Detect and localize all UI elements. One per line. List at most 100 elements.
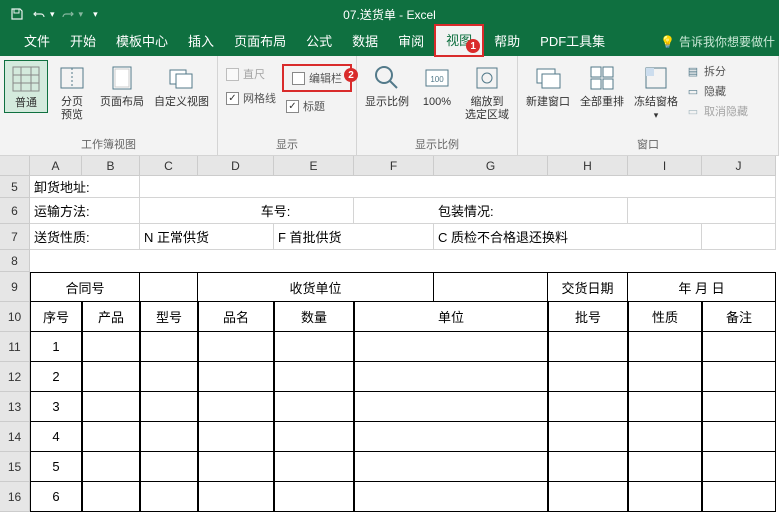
cell[interactable] xyxy=(198,482,274,512)
cell[interactable] xyxy=(82,392,140,422)
cell[interactable] xyxy=(140,392,198,422)
tab-file[interactable]: 文件 xyxy=(14,27,60,56)
column-header[interactable]: F xyxy=(354,156,434,176)
cell[interactable] xyxy=(628,452,702,482)
zoom-button[interactable]: 显示比例 xyxy=(361,60,413,111)
cell[interactable] xyxy=(628,362,702,392)
undo-icon[interactable] xyxy=(30,5,48,23)
cell[interactable] xyxy=(434,272,548,302)
column-header[interactable]: G xyxy=(434,156,548,176)
zoom-selection-button[interactable]: 缩放到 选定区域 xyxy=(461,60,513,124)
undo-dropdown[interactable]: ▾ xyxy=(50,9,55,20)
cell[interactable]: 5 xyxy=(30,452,82,482)
cell[interactable] xyxy=(702,332,776,362)
redo-dropdown[interactable]: ▾ xyxy=(79,9,84,20)
cell[interactable]: 品名 xyxy=(198,302,274,332)
cell[interactable] xyxy=(702,362,776,392)
cell[interactable]: 性质 xyxy=(628,302,702,332)
cell[interactable]: F 首批供货 xyxy=(274,224,434,250)
zoom-100-button[interactable]: 100 100% xyxy=(415,60,459,111)
tab-pdf[interactable]: PDF工具集 xyxy=(530,27,615,56)
cell[interactable] xyxy=(354,482,548,512)
select-all-corner[interactable] xyxy=(0,156,30,176)
tab-help[interactable]: 帮助 xyxy=(484,27,530,56)
arrange-all-button[interactable]: 全部重排 xyxy=(576,60,628,111)
cell[interactable] xyxy=(198,422,274,452)
column-header[interactable]: A xyxy=(30,156,82,176)
column-header[interactable]: C xyxy=(140,156,198,176)
cell[interactable] xyxy=(548,422,628,452)
cell[interactable] xyxy=(354,362,548,392)
cell[interactable] xyxy=(140,452,198,482)
freeze-panes-button[interactable]: 冻结窗格▾ xyxy=(630,60,682,124)
tab-layout[interactable]: 页面布局 xyxy=(224,27,296,56)
cell[interactable] xyxy=(628,422,702,452)
row-header[interactable]: 14 xyxy=(0,422,30,452)
save-icon[interactable] xyxy=(8,5,26,23)
new-window-button[interactable]: 新建窗口 xyxy=(522,60,574,111)
cell[interactable] xyxy=(548,362,628,392)
cell[interactable]: 型号 xyxy=(140,302,198,332)
cell[interactable]: 产品 xyxy=(82,302,140,332)
cell[interactable]: 数量 xyxy=(274,302,354,332)
cell[interactable] xyxy=(702,482,776,512)
cell[interactable] xyxy=(548,482,628,512)
cell[interactable]: 送货性质: xyxy=(30,224,140,250)
cell[interactable]: 4 xyxy=(30,422,82,452)
cell[interactable] xyxy=(354,452,548,482)
redo-icon[interactable] xyxy=(59,5,77,23)
tab-review[interactable]: 审阅 xyxy=(388,27,434,56)
cell[interactable]: 批号 xyxy=(548,302,628,332)
formula-bar-checkbox[interactable]: 编辑栏 xyxy=(292,70,342,86)
tell-me-search[interactable]: 💡告诉我你想要做什 xyxy=(660,33,775,56)
row-header[interactable]: 13 xyxy=(0,392,30,422)
cell[interactable]: 年 月 日 xyxy=(628,272,776,302)
grid-area[interactable]: 卸货地址:运输方法:车号:包装情况:送货性质:N 正常供货F 首批供货C 质检不… xyxy=(30,176,776,512)
cell[interactable]: 包装情况: xyxy=(434,198,628,224)
cell[interactable] xyxy=(628,392,702,422)
cell[interactable]: 收货单位 xyxy=(198,272,434,302)
hide-button[interactable]: ▭隐藏 xyxy=(684,82,750,100)
cell[interactable] xyxy=(140,332,198,362)
cell[interactable] xyxy=(548,332,628,362)
cell[interactable]: 2 xyxy=(30,362,82,392)
cell[interactable] xyxy=(198,452,274,482)
column-header[interactable]: I xyxy=(628,156,702,176)
cell[interactable] xyxy=(198,362,274,392)
normal-view-button[interactable]: 普通 xyxy=(4,60,48,113)
cell[interactable] xyxy=(82,422,140,452)
row-header[interactable]: 10 xyxy=(0,302,30,332)
cell[interactable] xyxy=(354,392,548,422)
row-header[interactable]: 6 xyxy=(0,198,30,224)
column-header[interactable]: D xyxy=(198,156,274,176)
headings-checkbox[interactable]: ✓标题 xyxy=(282,96,352,116)
column-header[interactable]: B xyxy=(82,156,140,176)
cell[interactable]: 3 xyxy=(30,392,82,422)
tab-view[interactable]: 视图1 xyxy=(434,24,484,57)
cell[interactable] xyxy=(82,482,140,512)
cell[interactable] xyxy=(198,332,274,362)
cell[interactable]: 交货日期 xyxy=(548,272,628,302)
cell[interactable]: 序号 xyxy=(30,302,82,332)
tab-formula[interactable]: 公式 xyxy=(296,27,342,56)
cell[interactable] xyxy=(274,452,354,482)
column-header[interactable]: H xyxy=(548,156,628,176)
cell[interactable]: 1 xyxy=(30,332,82,362)
cell[interactable] xyxy=(702,452,776,482)
tab-insert[interactable]: 插入 xyxy=(178,27,224,56)
cell[interactable] xyxy=(30,176,776,198)
page-layout-button[interactable]: 页面布局 xyxy=(96,60,148,111)
cell[interactable] xyxy=(274,422,354,452)
qat-customize[interactable]: ▾ xyxy=(93,9,98,20)
row-header[interactable]: 12 xyxy=(0,362,30,392)
cell[interactable] xyxy=(628,482,702,512)
row-header[interactable]: 7 xyxy=(0,224,30,250)
cell[interactable] xyxy=(82,362,140,392)
cell[interactable] xyxy=(274,482,354,512)
row-header[interactable]: 16 xyxy=(0,482,30,512)
cell[interactable] xyxy=(82,332,140,362)
custom-views-button[interactable]: 自定义视图 xyxy=(150,60,213,111)
cell[interactable]: 运输方法: xyxy=(30,198,140,224)
cell[interactable]: 车号: xyxy=(198,198,354,224)
cell[interactable] xyxy=(548,392,628,422)
